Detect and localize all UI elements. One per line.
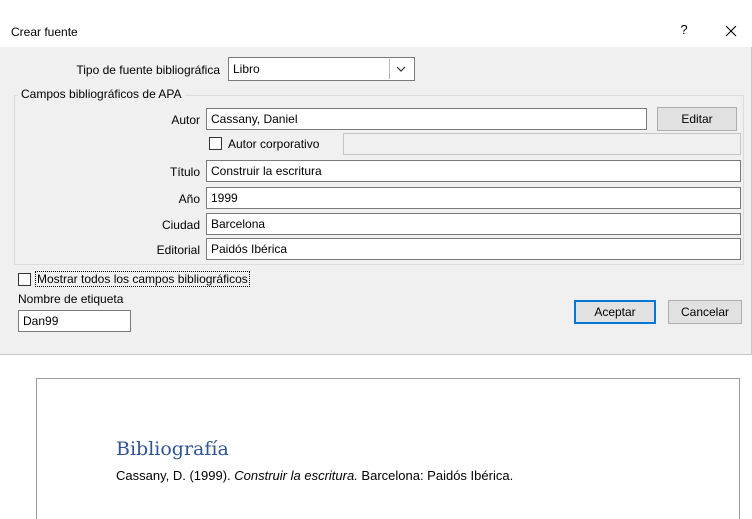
show-all-fields-checkbox[interactable] <box>18 273 31 286</box>
show-all-fields-label[interactable]: Mostrar todos los campos bibliográficos <box>35 271 250 287</box>
corporate-author-field[interactable] <box>343 133 741 155</box>
cancel-button[interactable]: Cancelar <box>668 300 742 324</box>
title-field[interactable]: Construir la escritura <box>206 160 741 182</box>
corporate-author-label: Autor corporativo <box>228 137 320 151</box>
source-type-label: Tipo de fuente bibliográfica <box>76 63 220 77</box>
entry-suffix: Barcelona: Paidós Ibérica. <box>357 468 514 483</box>
chevron-down-icon <box>396 66 406 72</box>
ok-button[interactable]: Aceptar <box>574 300 656 324</box>
publisher-label: Editorial <box>156 243 200 257</box>
source-type-value: Libro <box>233 62 260 76</box>
title-label: Título <box>169 165 200 179</box>
city-field[interactable]: Barcelona <box>206 213 741 235</box>
tag-name-field[interactable]: Dan99 <box>18 310 131 332</box>
corporate-author-checkbox[interactable] <box>209 137 222 150</box>
source-type-dropdown-button[interactable] <box>389 59 413 79</box>
bibliography-heading: Bibliografía <box>116 438 229 460</box>
source-type-select[interactable]: Libro <box>228 57 415 81</box>
bibliography-entry: Cassany, D. (1999). Construir la escritu… <box>116 468 513 483</box>
apa-fields-group-title: Campos bibliográficos de APA <box>18 87 185 101</box>
edit-author-button[interactable]: Editar <box>657 107 737 131</box>
close-button[interactable] <box>720 20 742 42</box>
author-label: Autor <box>171 113 200 127</box>
dialog-title: Crear fuente <box>11 25 78 39</box>
entry-prefix: Cassany, D. (1999). <box>116 468 235 483</box>
year-label: Año <box>178 192 200 206</box>
year-field[interactable]: 1999 <box>206 187 741 209</box>
publisher-field[interactable]: Paidós Ibérica <box>206 238 741 260</box>
author-field[interactable]: Cassany, Daniel <box>206 108 647 130</box>
create-source-dialog: Crear fuente ? Tipo de fuente bibliográf… <box>0 0 752 355</box>
document-page: Bibliografía Cassany, D. (1999). Constru… <box>36 378 740 519</box>
help-button[interactable]: ? <box>674 20 694 40</box>
entry-title: Construir la escritura. <box>234 468 358 483</box>
close-icon <box>725 25 737 37</box>
tag-name-label: Nombre de etiqueta <box>18 292 124 306</box>
title-bar: Crear fuente ? <box>0 0 752 47</box>
city-label: Ciudad <box>161 218 200 232</box>
